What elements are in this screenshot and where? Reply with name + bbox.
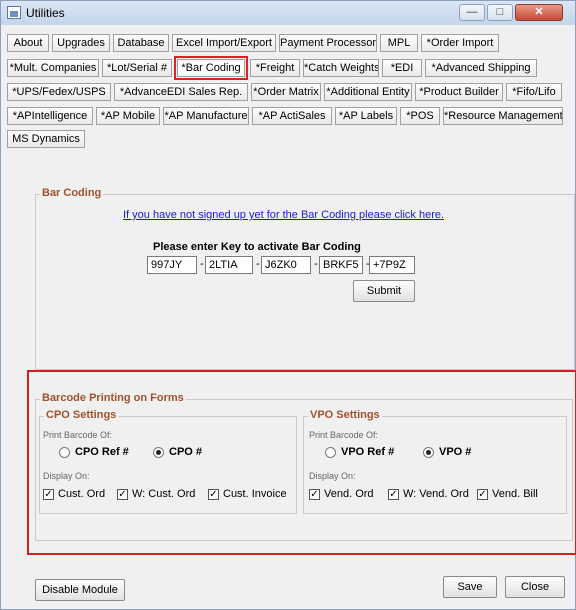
w-cust-ord-checkbox[interactable]: ✓ [117,489,128,500]
signup-link[interactable]: If you have not signed up yet for the Ba… [123,209,444,221]
close-button[interactable]: Close [505,576,565,598]
bar-coding-group-title: Bar Coding [40,187,104,199]
vend-ord-checkbox[interactable]: ✓ [309,489,320,500]
maximize-button[interactable]: □ [487,4,513,21]
title-bar: Utilities — □ ✕ [1,1,575,25]
cust-ord-label: Cust. Ord [58,488,106,500]
utilities-window: Utilities — □ ✕ About Upgrades Database … [0,0,576,610]
tab-advanceedi-sales-rep[interactable]: *AdvanceEDI Sales Rep. [114,83,248,101]
vpo-ref-label: VPO Ref # [341,446,395,458]
tab-upgrades[interactable]: Upgrades [52,34,110,52]
tab-additional-entity[interactable]: *Additional Entity [324,83,412,101]
save-button[interactable]: Save [443,576,497,598]
minimize-button[interactable]: — [459,4,485,21]
tab-apintelligence[interactable]: *APIntelligence [7,107,93,125]
cpo-num-radio[interactable] [153,447,164,458]
tab-freight[interactable]: *Freight [250,59,300,77]
key-field-5[interactable]: +7P9Z [369,256,415,274]
key-field-2[interactable]: 2LTIA [205,256,253,274]
close-window-button[interactable]: ✕ [515,4,563,21]
tab-ms-dynamics[interactable]: MS Dynamics [7,130,85,148]
tab-mpl[interactable]: MPL [380,34,418,52]
submit-button[interactable]: Submit [353,280,415,302]
tab-ap-manufacture[interactable]: *AP Manufacture [163,107,249,125]
tab-ap-labels[interactable]: *AP Labels [335,107,397,125]
key-field-4[interactable]: BRKF5 [319,256,363,274]
vend-ord-label: Vend. Ord [324,488,374,500]
tab-lot-serial[interactable]: *Lot/Serial # [102,59,172,77]
tab-ups-fedex-usps[interactable]: *UPS/Fedex/USPS [7,83,111,101]
vend-bill-checkbox[interactable]: ✓ [477,489,488,500]
tab-strip: About Upgrades Database Excel Import/Exp… [1,26,575,152]
tab-pos[interactable]: *POS [400,107,440,125]
w-cust-ord-label: W: Cust. Ord [132,488,196,500]
tab-order-matrix[interactable]: *Order Matrix [251,83,321,101]
cpo-settings-title: CPO Settings [44,409,119,421]
window-title: Utilities [26,6,65,20]
cpo-print-label: Print Barcode Of: [43,430,113,440]
cust-invoice-label: Cust. Invoice [223,488,287,500]
key-label: Please enter Key to activate Bar Coding [153,241,361,253]
cpo-display-label: Display On: [43,471,90,481]
tab-ap-mobile[interactable]: *AP Mobile [96,107,160,125]
vpo-num-label: VPO # [439,446,472,458]
vpo-num-radio[interactable] [423,447,434,458]
vpo-settings-title: VPO Settings [308,409,382,421]
w-vend-ord-label: W: Vend. Ord [403,488,469,500]
key-field-3[interactable]: J6ZK0 [261,256,311,274]
tab-excel-import-export[interactable]: Excel Import/Export [172,34,276,52]
tab-mult-companies[interactable]: *Mult. Companies [7,59,99,77]
tab-about[interactable]: About [7,34,49,52]
key-separator: - [314,258,318,270]
w-vend-ord-checkbox[interactable]: ✓ [388,489,399,500]
key-separator: - [256,258,260,270]
tab-resource-management[interactable]: *Resource Management [443,107,563,125]
tab-fifo-lifo[interactable]: *Fifo/Lifo [506,83,562,101]
vpo-ref-radio[interactable] [325,447,336,458]
barcode-printing-group-title: Barcode Printing on Forms [40,392,186,404]
tab-edi[interactable]: *EDI [382,59,422,77]
tab-bar-coding[interactable]: *Bar Coding [174,56,248,80]
tab-catch-weights[interactable]: *Catch Weights [303,59,379,77]
vpo-display-label: Display On: [309,471,356,481]
tab-database[interactable]: Database [113,34,169,52]
disable-module-button[interactable]: Disable Module [35,579,125,601]
tab-ap-actisales[interactable]: *AP ActiSales [252,107,332,125]
key-separator: - [200,258,204,270]
cpo-ref-label: CPO Ref # [75,446,129,458]
cust-invoice-checkbox[interactable]: ✓ [208,489,219,500]
cpo-ref-radio[interactable] [59,447,70,458]
key-field-1[interactable]: 997JY [147,256,197,274]
tab-advanced-shipping[interactable]: *Advanced Shipping [425,59,537,77]
app-icon [7,6,21,19]
vend-bill-label: Vend. Bill [492,488,538,500]
cust-ord-checkbox[interactable]: ✓ [43,489,54,500]
tab-product-builder[interactable]: *Product Builder [415,83,503,101]
tab-order-import[interactable]: *Order Import [421,34,499,52]
vpo-print-label: Print Barcode Of: [309,430,379,440]
tab-payment-processor[interactable]: Payment Processor [279,34,377,52]
cpo-num-label: CPO # [169,446,203,458]
